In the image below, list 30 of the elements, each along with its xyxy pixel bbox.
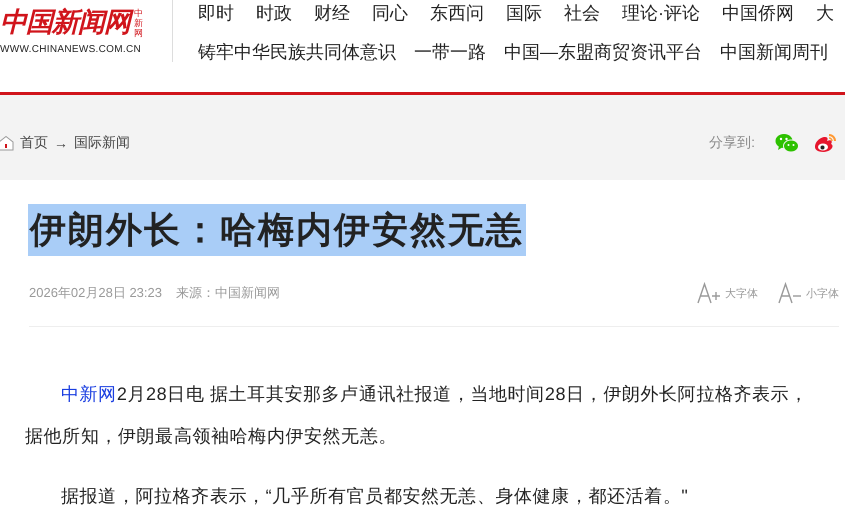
nav-link[interactable]: 东西问 xyxy=(430,2,484,24)
nav-link[interactable]: 中国侨网 xyxy=(722,2,794,24)
nav-link[interactable]: 即时 xyxy=(198,2,234,24)
nav-link[interactable]: 中国—东盟商贸资讯平台 xyxy=(504,41,702,63)
article-paragraph: 据报道，阿拉格齐表示，“几乎所有官员都安然无恙、身体健康，都还活着。" xyxy=(60,485,690,508)
eye-logo-icon[interactable] xyxy=(813,132,837,152)
nav-link[interactable]: 中国新闻周刊 xyxy=(720,41,828,63)
nav-link[interactable]: 一带一路 xyxy=(414,41,486,63)
breadcrumb-separator: → xyxy=(54,134,68,150)
nav-link[interactable]: 国际 xyxy=(506,2,542,24)
logo-mark: 中新网 xyxy=(134,8,144,38)
logo-url: WWW.CHINANEWS.COM.CN xyxy=(0,44,142,55)
article-paragraph: 中新网2月28日电 据土耳其安那多卢通讯社报道，当地时间28日，伊朗外长阿拉格齐表示，据他所知，伊朗最高领袖哈梅内伊安然无恙。 xyxy=(25,383,809,448)
source-label: 来源：中国新闻网 xyxy=(176,284,280,302)
nav-link[interactable]: 财经 xyxy=(314,2,350,24)
nav-link[interactable]: 时政 xyxy=(256,2,292,24)
nav-link[interactable]: 大 xyxy=(816,2,834,24)
nav-link[interactable]: 理论·评论 xyxy=(622,2,700,24)
home-icon[interactable] xyxy=(0,134,14,150)
publish-date: 2026年02月28日 23:23 xyxy=(29,284,162,302)
breadcrumb-link[interactable]: 国际新闻 xyxy=(74,134,130,152)
letter-a-minus-icon xyxy=(778,282,802,304)
nav-link[interactable]: 同心 xyxy=(372,2,408,24)
share-label: 分享到: xyxy=(709,134,755,152)
article-title: 伊朗外长：哈梅内伊安然无恙 xyxy=(28,204,526,256)
nav-link[interactable]: 铸牢中华民族共同体意识 xyxy=(198,41,396,63)
source-link[interactable]: 中新网 xyxy=(61,384,117,404)
letter-a-plus-icon xyxy=(697,282,721,304)
nav-link[interactable]: 社会 xyxy=(564,2,600,24)
breadcrumb-link[interactable]: 首页 xyxy=(20,134,48,152)
